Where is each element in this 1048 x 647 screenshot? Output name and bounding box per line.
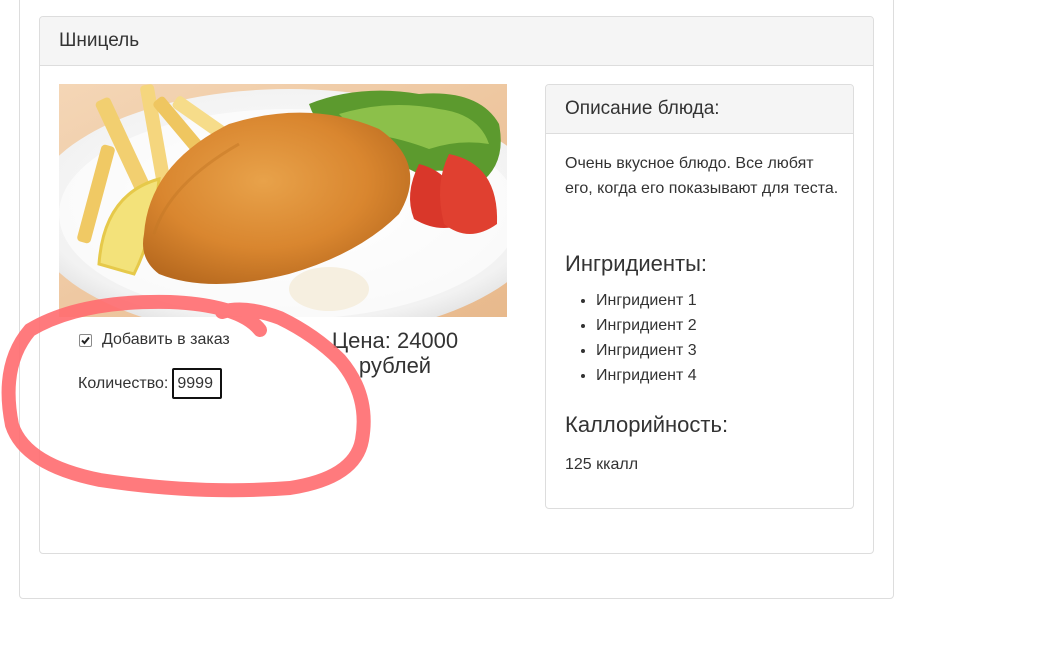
ingredient-item: Ингридиент 1: [596, 288, 697, 313]
description-title: Описание блюда:: [546, 85, 853, 134]
ingredient-item: Ингридиент 2: [596, 313, 697, 338]
price-line-2: рублей: [358, 353, 432, 378]
ingredient-item: Ингридиент 4: [596, 363, 697, 388]
description-text: Очень вкусное блюдо. Все любят его, когд…: [565, 155, 839, 197]
checkmark-icon: [81, 336, 90, 344]
calories-value: 125 ккалл: [565, 456, 639, 473]
quantity-row: Количество:: [78, 368, 223, 399]
price-line-1: Цена: 24000: [331, 328, 459, 353]
add-to-order-row[interactable]: Добавить в заказ: [79, 331, 230, 349]
quantity-input[interactable]: [172, 368, 223, 399]
ingredients-list: Ингридиент 1 Ингридиент 2 Ингридиент 3 И…: [579, 288, 697, 388]
ingredient-item: Ингридиент 3: [596, 338, 697, 363]
ingredients-title: Ингридиенты:: [565, 251, 708, 276]
quantity-label: Количество:: [78, 374, 169, 392]
add-to-order-checkbox[interactable]: [79, 333, 92, 347]
dish-title: Шницель: [40, 17, 873, 66]
price: Цена: 24000 рублей: [310, 328, 480, 378]
description-panel: Описание блюда: Очень вкусное блюдо. Все…: [545, 84, 854, 509]
add-to-order-label: Добавить в заказ: [102, 331, 230, 348]
calories-title: Каллорийность:: [565, 412, 729, 437]
dish-photo: [59, 84, 507, 317]
